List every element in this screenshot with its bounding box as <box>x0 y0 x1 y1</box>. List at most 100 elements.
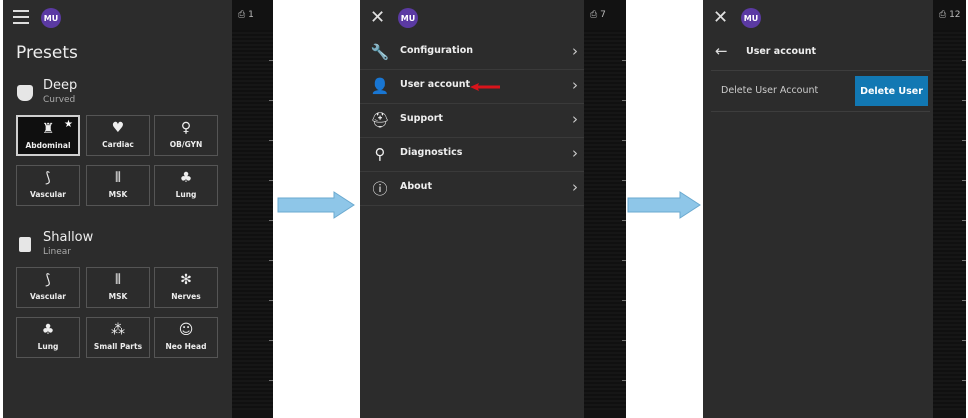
depth-tick <box>962 100 966 101</box>
preset-tile-label: Nerves <box>171 292 201 301</box>
preset-tile-cardiac[interactable]: ♥ Cardiac <box>86 115 150 156</box>
nerves-icon: ✻ <box>180 272 192 288</box>
vascular-icon: ⟆ <box>45 170 51 186</box>
clipboard-icon: ⎙ <box>939 10 947 20</box>
image-count: ⎙ 12 <box>939 10 961 20</box>
obgyn-icon: ♀ <box>180 120 192 136</box>
depth-tick <box>269 340 273 341</box>
preset-tile-label: OB/GYN <box>169 140 203 149</box>
vascular-icon: ⟆ <box>45 272 51 288</box>
depth-tick <box>962 180 966 181</box>
small-parts-icon: ⁂ <box>111 322 125 338</box>
menu-item-support[interactable]: ⛑ Support › <box>360 103 584 138</box>
menu-item-label: Support <box>400 113 443 124</box>
flow-arrow-icon <box>627 191 701 219</box>
preset-tile-label: MSK <box>108 190 128 199</box>
preset-tile-lung[interactable]: ♣ Lung <box>154 165 218 206</box>
close-icon[interactable]: ✕ <box>370 9 385 27</box>
preset-tile-label: Neo Head <box>165 342 207 351</box>
close-icon[interactable]: ✕ <box>713 9 728 27</box>
image-count-value: 7 <box>600 10 606 20</box>
depth-tick <box>269 180 273 181</box>
depth-tick <box>269 220 273 221</box>
lung-icon: ♣ <box>179 170 193 186</box>
settings-menu-panel: ✕ MU 🔧 Configuration › 👤 User account › ⛑ Suppo… <box>360 0 626 418</box>
preset-tile-label: Vascular <box>29 292 67 301</box>
depth-tick <box>962 60 966 61</box>
preset-tile-vascular[interactable]: ⟆ Vascular <box>16 267 80 308</box>
neo-head-icon: ☺ <box>178 322 194 338</box>
preset-tile-nerves[interactable]: ✻ Nerves <box>154 267 218 308</box>
depth-tick <box>962 220 966 221</box>
page-title: User account <box>746 46 817 57</box>
favorite-star-icon: ★ <box>64 119 73 130</box>
image-count-value: 1 <box>248 10 254 20</box>
avatar[interactable]: MU <box>741 8 761 28</box>
user-icon: 👤 <box>370 77 390 95</box>
preset-tile-label: Vascular <box>29 190 67 199</box>
avatar[interactable]: MU <box>398 8 418 28</box>
preset-tile-msk[interactable]: ⦀ MSK <box>86 165 150 206</box>
group-name: Shallow <box>43 230 94 245</box>
depth-tick <box>622 380 626 381</box>
linear-probe-icon <box>19 237 31 252</box>
depth-tick <box>622 100 626 101</box>
chevron-right-icon: › <box>572 42 578 60</box>
menu-icon[interactable] <box>13 10 29 24</box>
image-strip: ⎙ 12 <box>933 0 966 418</box>
depth-tick <box>622 220 626 221</box>
menu-item-label: User account <box>400 79 471 90</box>
chevron-right-icon: › <box>572 144 578 162</box>
menu-item-label: Configuration <box>400 45 474 56</box>
page-title: Presets <box>16 43 78 63</box>
preset-tile-lung[interactable]: ♣ Lung <box>16 317 80 358</box>
image-count-value: 12 <box>949 10 961 20</box>
menu-item-label: About <box>400 181 432 192</box>
preset-tile-vascular[interactable]: ⟆ Vascular <box>16 165 80 206</box>
clipboard-icon: ⎙ <box>238 10 246 20</box>
depth-tick <box>269 260 273 261</box>
avatar[interactable]: MU <box>41 8 61 28</box>
preset-tile-label: Small Parts <box>93 342 143 351</box>
depth-tick <box>622 180 626 181</box>
delete-user-button[interactable]: Delete User <box>855 76 928 106</box>
preset-tile-label: Lung <box>37 342 59 351</box>
preset-tile-abdominal[interactable]: ♜ Abdominal ★ <box>16 115 80 156</box>
chevron-right-icon: › <box>572 76 578 94</box>
menu-item-label: Diagnostics <box>400 147 463 158</box>
preset-tile-msk[interactable]: ⦀ MSK <box>86 267 150 308</box>
image-count: ⎙ 7 <box>590 10 606 20</box>
clipboard-icon: ⎙ <box>590 10 598 20</box>
depth-tick <box>622 60 626 61</box>
menu-item-about[interactable]: ⓘ About › <box>360 171 584 206</box>
preset-tile-label: Abdominal <box>25 141 71 150</box>
preset-group-deep: Deep Curved <box>17 78 77 106</box>
preset-tile-small-parts[interactable]: ⁂ Small Parts <box>86 317 150 358</box>
diagnostics-icon: ⚲ <box>374 145 386 163</box>
menu-item-configuration[interactable]: 🔧 Configuration › <box>360 35 584 70</box>
support-icon: ⛑ <box>370 111 390 129</box>
preset-tile-ob-gyn[interactable]: ♀ OB/GYN <box>154 115 218 156</box>
info-icon: ⓘ <box>372 179 388 198</box>
chevron-right-icon: › <box>572 110 578 128</box>
highlight-arrow-icon <box>470 83 500 91</box>
curved-probe-icon <box>17 85 33 101</box>
depth-tick <box>622 260 626 261</box>
wrench-icon: 🔧 <box>370 43 390 61</box>
back-arrow-icon[interactable]: ← <box>715 42 728 60</box>
menu-item-diagnostics[interactable]: ⚲ Diagnostics › <box>360 137 584 172</box>
preset-tile-neo-head[interactable]: ☺ Neo Head <box>154 317 218 358</box>
depth-tick <box>962 300 966 301</box>
depth-tick <box>269 60 273 61</box>
depth-tick <box>962 380 966 381</box>
depth-tick <box>269 300 273 301</box>
group-name: Deep <box>43 78 78 93</box>
image-strip: ⎙ 1 <box>232 0 273 418</box>
lung-icon: ♣ <box>41 322 55 338</box>
image-strip: ⎙ 7 <box>584 0 626 418</box>
depth-tick <box>622 140 626 141</box>
preset-tile-label: MSK <box>108 292 128 301</box>
delete-account-row: Delete User Account Delete User <box>711 70 930 112</box>
presets-panel: MU Presets Deep Curved ♜ Abdominal ★ ♥ Cardi… <box>3 0 273 418</box>
cardiac-icon: ♥ <box>111 120 125 136</box>
